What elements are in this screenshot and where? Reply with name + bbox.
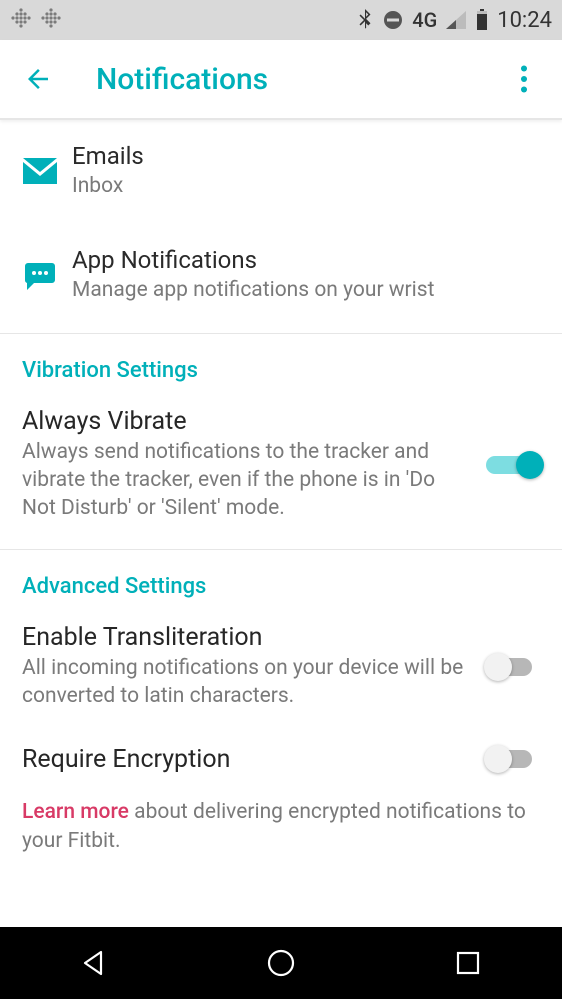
overflow-menu-button[interactable] [506, 61, 542, 97]
chat-icon [22, 261, 58, 291]
setting-encryption[interactable]: Require Encryption [0, 724, 562, 788]
status-bar-right: 4G 10:24 [356, 8, 552, 33]
email-icon [22, 158, 58, 184]
list-item-subtitle: Inbox [72, 172, 540, 200]
setting-always-vibrate[interactable]: Always Vibrate Always send notifications… [0, 393, 562, 537]
nav-back-button[interactable] [64, 933, 124, 993]
section-header-advanced: Advanced Settings [0, 550, 562, 609]
network-type-label: 4G [412, 8, 437, 32]
toggle-transliteration[interactable] [486, 652, 540, 682]
status-bar: 4G 10:24 [0, 0, 562, 40]
learn-more-link[interactable]: Learn more [22, 800, 129, 824]
setting-transliteration[interactable]: Enable Transliteration All incoming noti… [0, 609, 562, 725]
list-item-app-notifications[interactable]: App Notifications Manage app notificatio… [0, 216, 562, 332]
bluetooth-icon [356, 9, 374, 31]
toggle-encryption[interactable] [486, 744, 540, 774]
status-bar-left [10, 7, 62, 34]
dnd-icon [382, 9, 404, 31]
setting-subtitle: Always send notifications to the tracker… [22, 438, 468, 523]
clock-label: 10:24 [497, 8, 552, 33]
encryption-footer: Learn more about delivering encrypted no… [0, 788, 562, 855]
list-item-emails[interactable]: Emails Inbox [0, 120, 562, 216]
android-navbar [0, 927, 562, 999]
back-button[interactable] [20, 61, 56, 97]
signal-icon [445, 10, 467, 30]
nav-home-button[interactable] [251, 933, 311, 993]
setting-title: Enable Transliteration [22, 623, 468, 652]
setting-title: Require Encryption [22, 745, 468, 774]
nav-recents-button[interactable] [438, 933, 498, 993]
list-item-title: App Notifications [72, 246, 540, 274]
setting-title: Always Vibrate [22, 407, 468, 436]
section-header-vibration: Vibration Settings [0, 334, 562, 393]
app-icon [10, 7, 32, 34]
list-item-subtitle: Manage app notifications on your wrist [72, 276, 540, 304]
setting-subtitle: All incoming notifications on your devic… [22, 654, 468, 711]
page-title: Notifications [96, 62, 268, 97]
list-item-title: Emails [72, 142, 540, 170]
app-icon [40, 7, 62, 34]
toggle-always-vibrate[interactable] [486, 450, 540, 480]
header: Notifications [0, 40, 562, 120]
battery-icon [475, 9, 489, 31]
